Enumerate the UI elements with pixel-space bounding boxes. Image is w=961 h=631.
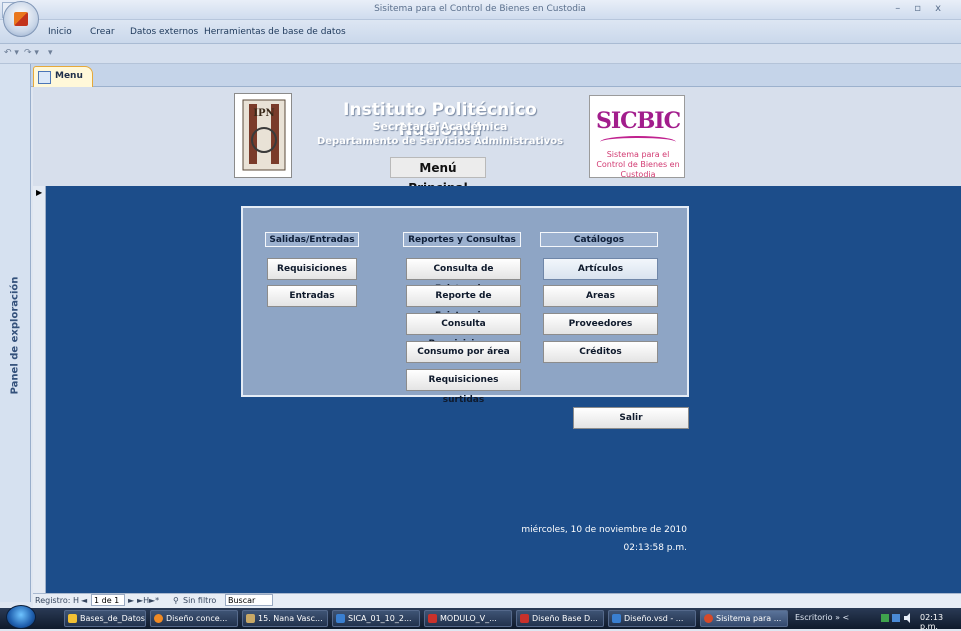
requisiciones-surtidas-button[interactable]: Requisiciones surtidas — [406, 369, 521, 405]
taskbar-item-label: Diseño.vsd - ... — [624, 614, 684, 623]
taskbar-item[interactable]: SICA_01_10_2... — [332, 610, 420, 627]
filter-icon[interactable]: ⚲ — [173, 596, 179, 605]
sicbic-logo-text: SICBIC — [596, 108, 681, 134]
browser-icon — [154, 614, 163, 623]
quick-access-toolbar: ↶ ▾ ↷ ▾ ▾ — [0, 44, 961, 64]
window-title: Sisitema para el Control de Bienes en Cu… — [374, 4, 586, 14]
system-tray-icons[interactable] — [880, 612, 916, 624]
minimize-icon[interactable]: – — [895, 3, 914, 14]
tab-menu-label: Menu — [55, 71, 83, 81]
office-button[interactable] — [3, 1, 39, 37]
restore-icon[interactable]: ▫ — [914, 3, 935, 14]
next-record-button[interactable]: ► — [128, 596, 134, 605]
page-title: Menú Principal — [390, 157, 486, 195]
tab-datos-externos[interactable]: Datos externos — [130, 27, 198, 37]
taskbar-item-label: Bases_de_Datos — [80, 614, 145, 623]
nav-pane-label[interactable]: Panel de exploración — [10, 275, 21, 397]
consulta-requisiciones-button[interactable]: Consulta Requisiciones — [406, 313, 521, 349]
desktop-label: Escritorio — [795, 613, 833, 622]
taskbar-item-label: SICA_01_10_2... — [348, 614, 412, 623]
secretaria-label: Secretaría Académica — [372, 120, 508, 133]
redo-icon[interactable]: ↷ ▾ — [24, 48, 39, 58]
office-logo-icon — [14, 12, 28, 26]
current-date: miércoles, 10 de noviembre de 2010 — [521, 525, 687, 535]
media-icon — [246, 614, 255, 623]
current-record-icon: ▶ — [36, 188, 43, 197]
taskbar-item-active[interactable]: Sisitema para ... — [700, 610, 788, 627]
tab-inicio[interactable]: Inicio — [48, 27, 72, 37]
document-tab-strip — [31, 64, 961, 87]
articulos-button[interactable]: Artículos — [543, 258, 658, 280]
access-icon — [428, 614, 437, 623]
first-record-button[interactable]: H — [73, 596, 79, 605]
volume-icon[interactable] — [904, 613, 910, 623]
sicbic-logo: SICBIC Sistema para el Control de Bienes… — [589, 95, 685, 179]
app-icon — [704, 614, 713, 623]
swoosh-icon — [600, 136, 676, 148]
requisiciones-button[interactable]: Requisiciones — [267, 258, 357, 280]
form-icon — [38, 71, 51, 84]
consulta-existencias-button[interactable]: Consulta de Existencias — [406, 258, 521, 294]
record-navigator: Registro: H ◄ ► ►H ►* ⚲ Sin filtro — [33, 593, 961, 608]
filter-status[interactable]: Sin filtro — [183, 596, 216, 605]
ipn-logo-text: IPN — [253, 108, 274, 119]
undo-icon[interactable]: ↶ ▾ — [4, 48, 19, 58]
current-record-input[interactable]: 1 de 1 — [91, 594, 125, 606]
reporte-existencias-button[interactable]: Reporte de Existencias — [406, 285, 521, 321]
proveedores-button[interactable]: Proveedores — [543, 313, 658, 335]
entradas-button[interactable]: Entradas — [267, 285, 357, 307]
monitor-icon[interactable] — [892, 614, 900, 622]
taskbar-item[interactable]: Diseño.vsd - ... — [608, 610, 696, 627]
taskbar-item[interactable]: MODULO_V_... — [424, 610, 512, 627]
ribbon-tabs: Inicio Crear Datos externos Herramientas… — [0, 20, 961, 44]
record-label: Registro: — [35, 596, 71, 605]
taskbar-item-label: Sisitema para ... — [716, 614, 782, 623]
current-time: 02:13:58 p.m. — [623, 543, 687, 553]
document-icon — [336, 614, 345, 623]
taskbar-item[interactable]: Diseño Base D... — [516, 610, 604, 627]
window-controls[interactable]: –▫x — [895, 3, 955, 14]
menu-panel: Salidas/Entradas Requisiciones Entradas … — [241, 206, 689, 405]
taskbar-item[interactable]: Bases_de_Datos — [64, 610, 146, 627]
header-salidas-entradas: Salidas/Entradas — [265, 232, 359, 247]
desktop-toolbar[interactable]: Escritorio » < — [795, 613, 849, 622]
taskbar-item-label: Diseño Base D... — [532, 614, 598, 623]
areas-button[interactable]: Areas — [543, 285, 658, 307]
visio-icon — [612, 614, 621, 623]
salir-button[interactable]: Salir — [573, 407, 689, 429]
sicbic-logo-subtitle: Sistema para el Control de Bienes en Cus… — [596, 150, 680, 179]
taskbar-clock[interactable]: 02:13 p.m. — [920, 613, 961, 631]
folder-icon — [68, 614, 77, 623]
tab-herramientas[interactable]: Herramientas de base de datos — [204, 27, 346, 37]
taskbar-item[interactable]: 15. Nana Vasc... — [242, 610, 328, 627]
last-record-button[interactable]: ►H — [137, 596, 149, 605]
prev-record-button[interactable]: ◄ — [81, 596, 87, 605]
search-input[interactable]: Buscar — [225, 594, 273, 606]
record-selector[interactable] — [33, 186, 46, 593]
customize-qat-icon[interactable]: ▾ — [48, 48, 53, 58]
departamento-label: Departamento de Servicios Administrativo… — [316, 136, 564, 147]
tab-crear[interactable]: Crear — [90, 27, 115, 37]
network-icon[interactable] — [881, 614, 889, 622]
close-icon[interactable]: x — [935, 3, 955, 14]
start-button[interactable] — [6, 605, 36, 629]
taskbar-item-label: MODULO_V_... — [440, 614, 497, 623]
tab-menu[interactable]: Menu — [33, 66, 93, 87]
taskbar-item-label: 15. Nana Vasc... — [258, 614, 323, 623]
ipn-logo: IPN — [234, 93, 292, 178]
consumo-por-area-button[interactable]: Consumo por área — [406, 341, 521, 363]
taskbar-item-label: Diseño conce... — [166, 614, 228, 623]
taskbar-item[interactable]: Diseño conce... — [150, 610, 238, 627]
header-reportes-consultas: Reportes y Consultas — [403, 232, 521, 247]
header-catalogos: Catálogos — [540, 232, 658, 247]
access-icon — [520, 614, 529, 623]
creditos-button[interactable]: Créditos — [543, 341, 658, 363]
new-record-button[interactable]: ►* — [149, 596, 159, 605]
